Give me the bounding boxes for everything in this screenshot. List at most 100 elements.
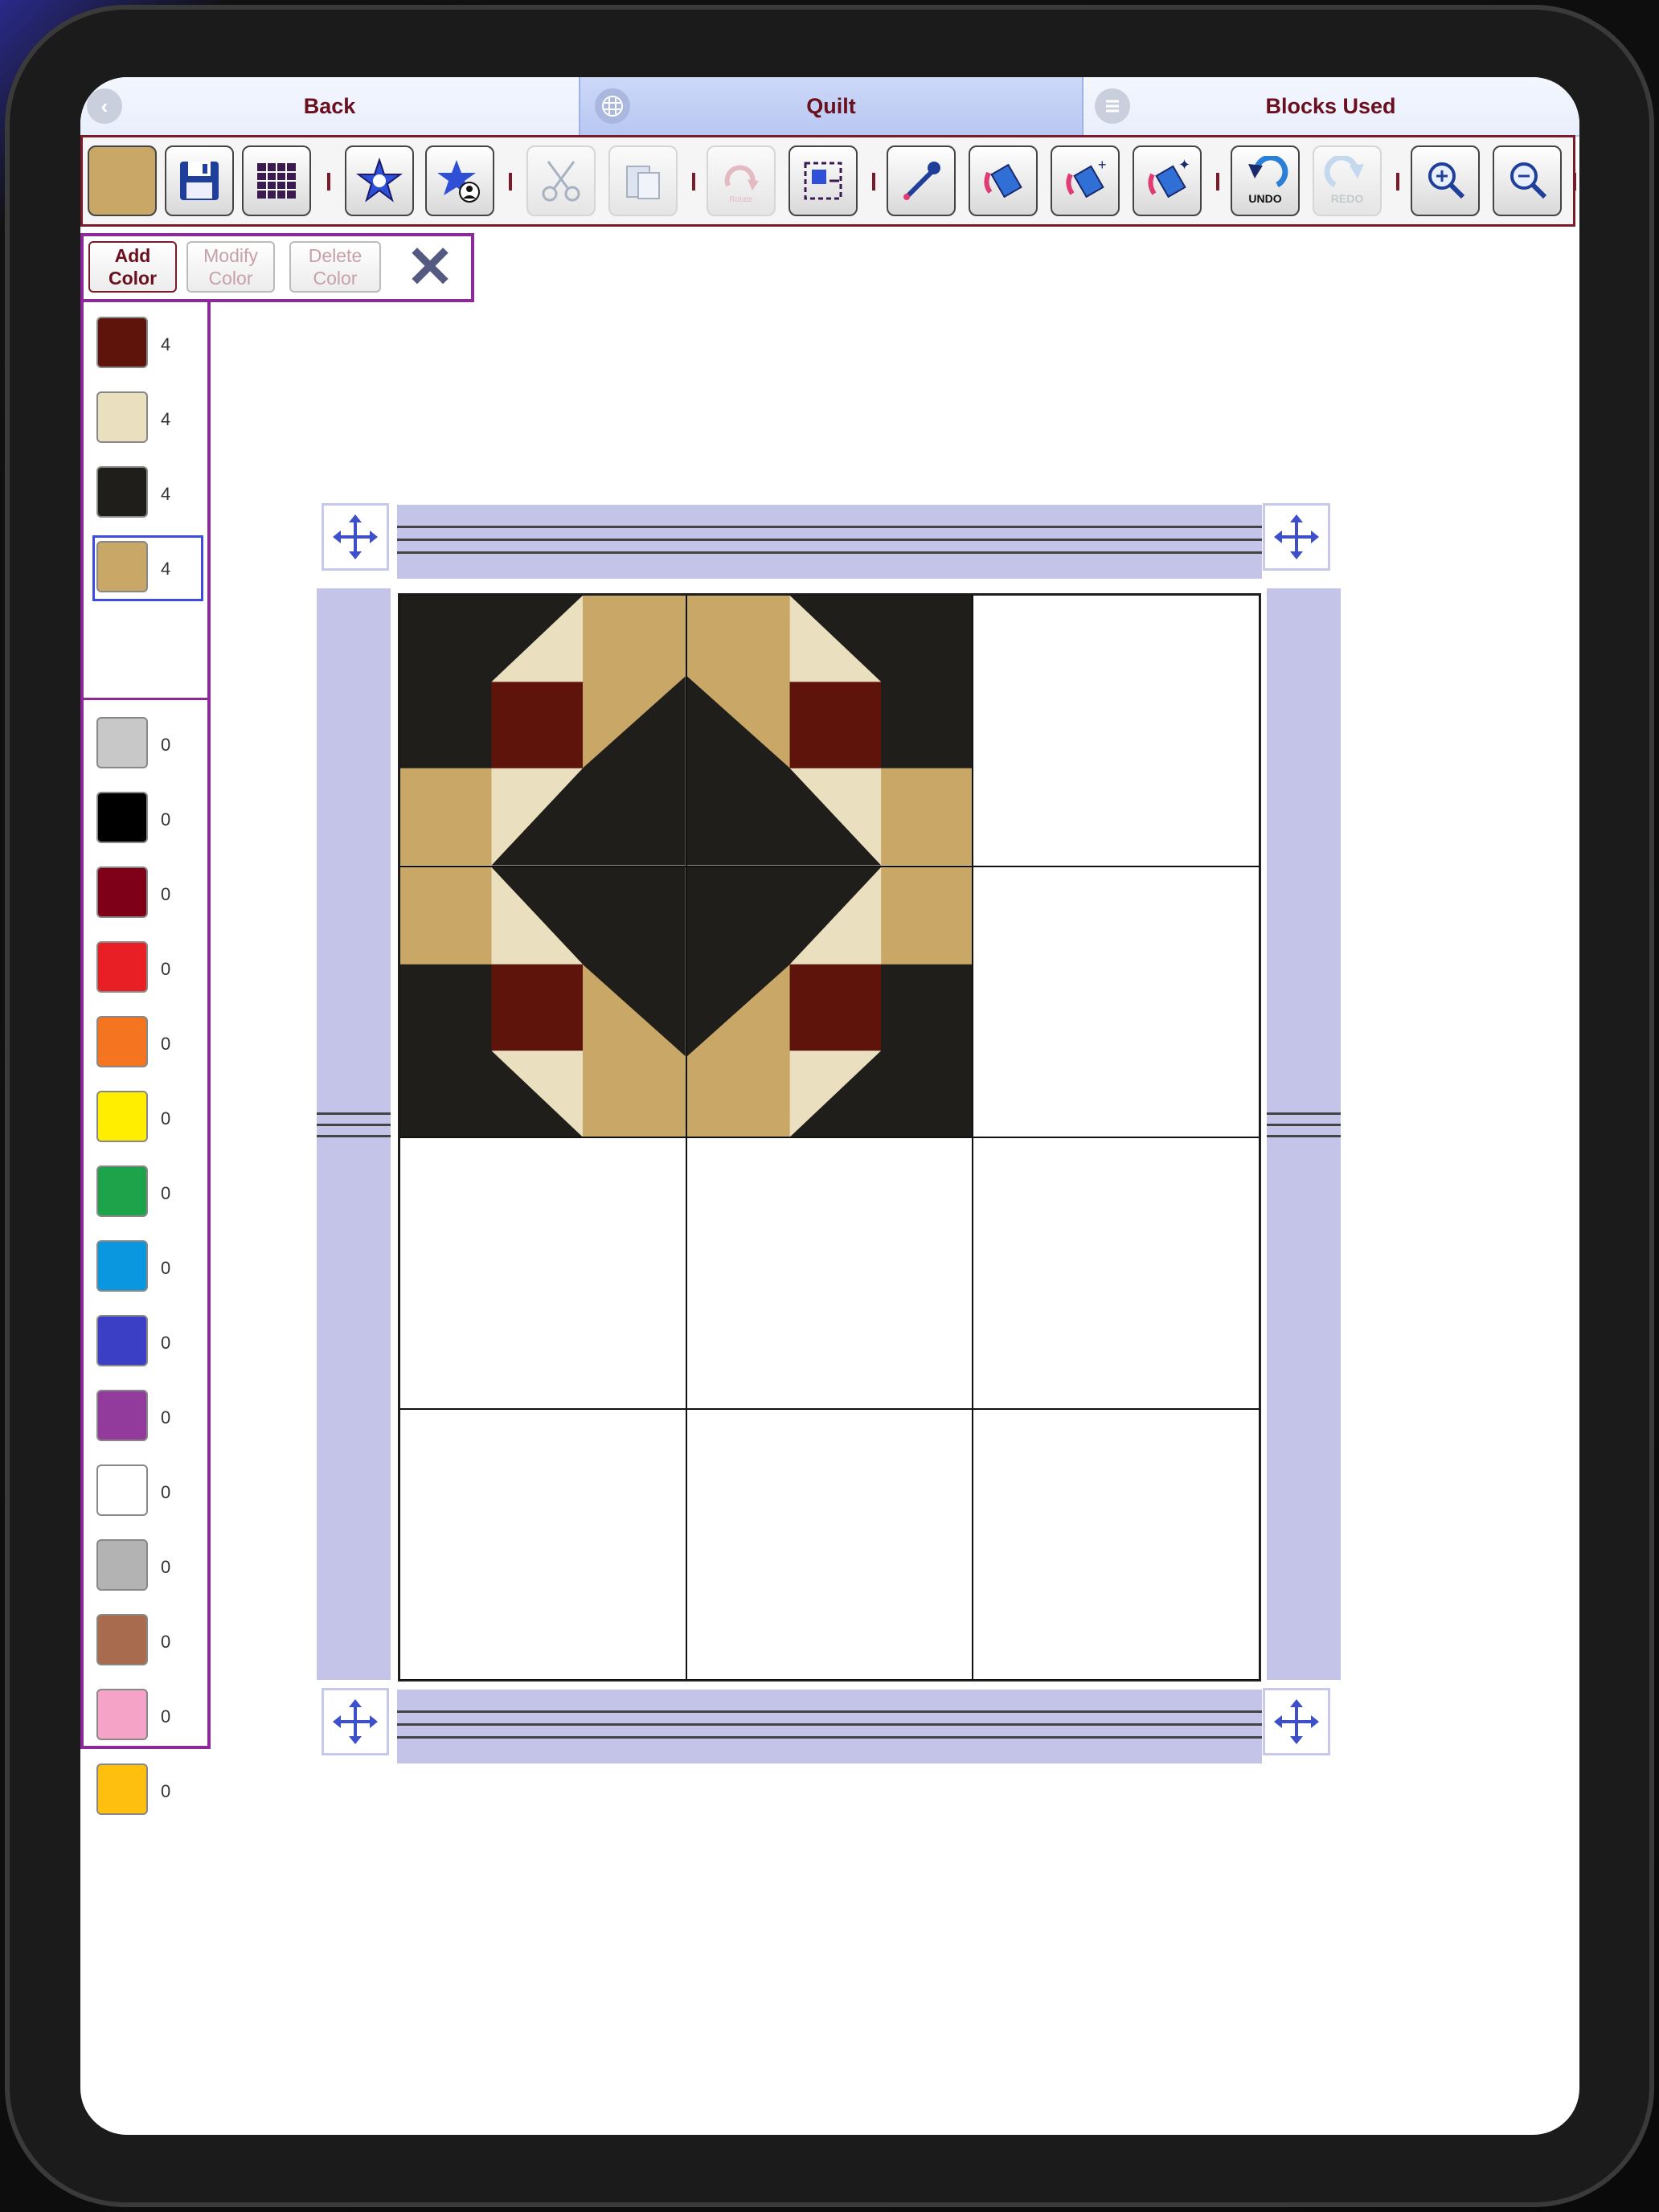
tab-quilt[interactable]: Quilt (579, 77, 1083, 135)
block-library-button[interactable] (345, 145, 414, 216)
add-color-button[interactable]: Add Color (88, 241, 177, 293)
palette-swatch-unused-13[interactable]: 0 (92, 1682, 204, 1750)
save-button[interactable] (165, 145, 234, 216)
select-area-icon (804, 162, 842, 200)
palette-swatch-used-1[interactable]: 4 (92, 385, 204, 453)
add-color-label-1: Add (114, 245, 151, 266)
zoom-out-button[interactable] (1493, 145, 1562, 216)
zoom-out-icon (1510, 162, 1547, 199)
delete-color-button[interactable]: Delete Color (289, 241, 381, 293)
palette-swatch-used-3[interactable]: 4 (92, 535, 204, 602)
quilt-block-cell[interactable] (399, 1408, 686, 1680)
swatch-usage-count: 0 (161, 1407, 171, 1428)
palette-swatch-used-0[interactable]: 4 (92, 310, 204, 378)
zoom-in-button[interactable] (1411, 145, 1480, 216)
quilt-block-cell[interactable] (686, 866, 973, 1137)
left-border-bar[interactable] (317, 588, 391, 1680)
back-button[interactable]: ‹ Back (80, 77, 579, 135)
fill-button[interactable] (969, 145, 1038, 216)
swatch-usage-count: 0 (161, 1706, 171, 1727)
top-border-bar[interactable] (397, 505, 1262, 579)
paste-button[interactable] (608, 145, 678, 216)
palette-swatch-unused-5[interactable]: 0 (92, 1084, 204, 1152)
fill-block-button[interactable]: + (1051, 145, 1120, 216)
my-blocks-button[interactable] (425, 145, 494, 216)
paint-bucket-icon (984, 163, 1022, 199)
bottom-border-bar[interactable] (397, 1690, 1262, 1763)
svg-text:+: + (1098, 157, 1107, 173)
color-swatch (96, 1464, 148, 1516)
quilt-block-cell[interactable] (686, 1408, 973, 1680)
tab-blocks-used[interactable]: Blocks Used (1082, 77, 1579, 135)
palette-swatch-unused-12[interactable]: 0 (92, 1608, 204, 1675)
palette-swatch-unused-10[interactable]: 0 (92, 1458, 204, 1526)
modify-color-label-2: Color (208, 268, 253, 289)
redo-button[interactable]: REDO (1313, 145, 1382, 216)
palette-swatch-unused-7[interactable]: 0 (92, 1234, 204, 1301)
modify-color-button[interactable]: Modify Color (186, 241, 275, 293)
current-fabric-swatch[interactable] (88, 145, 157, 216)
color-swatch (96, 1165, 148, 1217)
quilt-block-cell[interactable] (686, 1137, 973, 1409)
tab-quilt-label: Quilt (806, 93, 856, 118)
select-area-button[interactable] (789, 145, 858, 216)
floppy-disk-icon (180, 162, 219, 200)
palette-swatch-unused-2[interactable]: 0 (92, 860, 204, 928)
palette-swatch-unused-14[interactable]: 0 (92, 1757, 204, 1825)
color-swatch (96, 866, 148, 918)
swatch-usage-count: 0 (161, 959, 171, 979)
move-arrows-icon (333, 514, 378, 559)
back-label: Back (303, 93, 356, 118)
quilt-block-cell[interactable] (399, 595, 686, 866)
quilt-block-cell[interactable] (399, 866, 686, 1137)
delete-color-label-2: Color (313, 268, 358, 289)
svg-text:Rotate: Rotate (729, 195, 753, 204)
cut-button[interactable] (526, 145, 596, 216)
rotate-icon: Rotate (724, 165, 759, 204)
rotate-button[interactable]: Rotate (707, 145, 776, 216)
tablet-device: ‹ Back Quilt Blocks Used Rotate + ✦ UNDO… (0, 0, 1659, 2212)
palette-swatch-unused-0[interactable]: 0 (92, 711, 204, 778)
color-swatch (96, 1390, 148, 1441)
move-bottom-right-handle[interactable] (1263, 1688, 1330, 1755)
color-actions-bar: Add Color Modify Color Delete Color ✕ (80, 233, 474, 302)
swatch-usage-count: 0 (161, 735, 171, 755)
palette-swatch-unused-4[interactable]: 0 (92, 1010, 204, 1077)
palette-swatch-used-2[interactable]: 4 (92, 460, 204, 527)
move-bottom-left-handle[interactable] (322, 1688, 389, 1755)
swatch-usage-count: 4 (161, 334, 171, 354)
eyedropper-button[interactable] (887, 145, 956, 216)
move-top-right-handle[interactable] (1263, 503, 1330, 571)
grid-layout-button[interactable] (242, 145, 311, 216)
redo-icon: REDO (1324, 156, 1364, 205)
color-swatch (96, 1091, 148, 1142)
palette-swatch-unused-11[interactable]: 0 (92, 1533, 204, 1600)
quilt-block-cell[interactable] (973, 866, 1260, 1137)
palette-swatch-unused-1[interactable]: 0 (92, 785, 204, 853)
palette-swatch-unused-6[interactable]: 0 (92, 1159, 204, 1227)
color-swatch (96, 1763, 148, 1815)
color-swatch (96, 717, 148, 768)
right-border-bar[interactable] (1267, 588, 1341, 1680)
undo-button[interactable]: UNDO (1231, 145, 1300, 216)
swatch-usage-count: 0 (161, 884, 171, 904)
quilt-block-cell[interactable] (686, 595, 973, 866)
quilt-block-cell[interactable] (973, 1137, 1260, 1409)
palette-swatch-unused-9[interactable]: 0 (92, 1383, 204, 1451)
quilt-block-cell[interactable] (399, 1137, 686, 1409)
swatch-usage-count: 4 (161, 559, 171, 579)
palette-divider (84, 698, 211, 700)
modify-color-label-1: Modify (203, 245, 258, 266)
quilt-grid[interactable] (398, 593, 1261, 1682)
close-icon[interactable]: ✕ (402, 239, 458, 297)
swatch-usage-count: 0 (161, 1482, 171, 1502)
toolbar: Rotate + ✦ UNDO REDO (80, 135, 1576, 227)
star-user-icon (437, 160, 480, 203)
palette-swatch-unused-8[interactable]: 0 (92, 1309, 204, 1376)
list-icon (1095, 88, 1130, 124)
quilt-block-cell[interactable] (973, 1408, 1260, 1680)
fill-all-button[interactable]: ✦ (1133, 145, 1202, 216)
move-top-left-handle[interactable] (322, 503, 389, 571)
quilt-block-cell[interactable] (973, 595, 1260, 866)
palette-swatch-unused-3[interactable]: 0 (92, 935, 204, 1002)
